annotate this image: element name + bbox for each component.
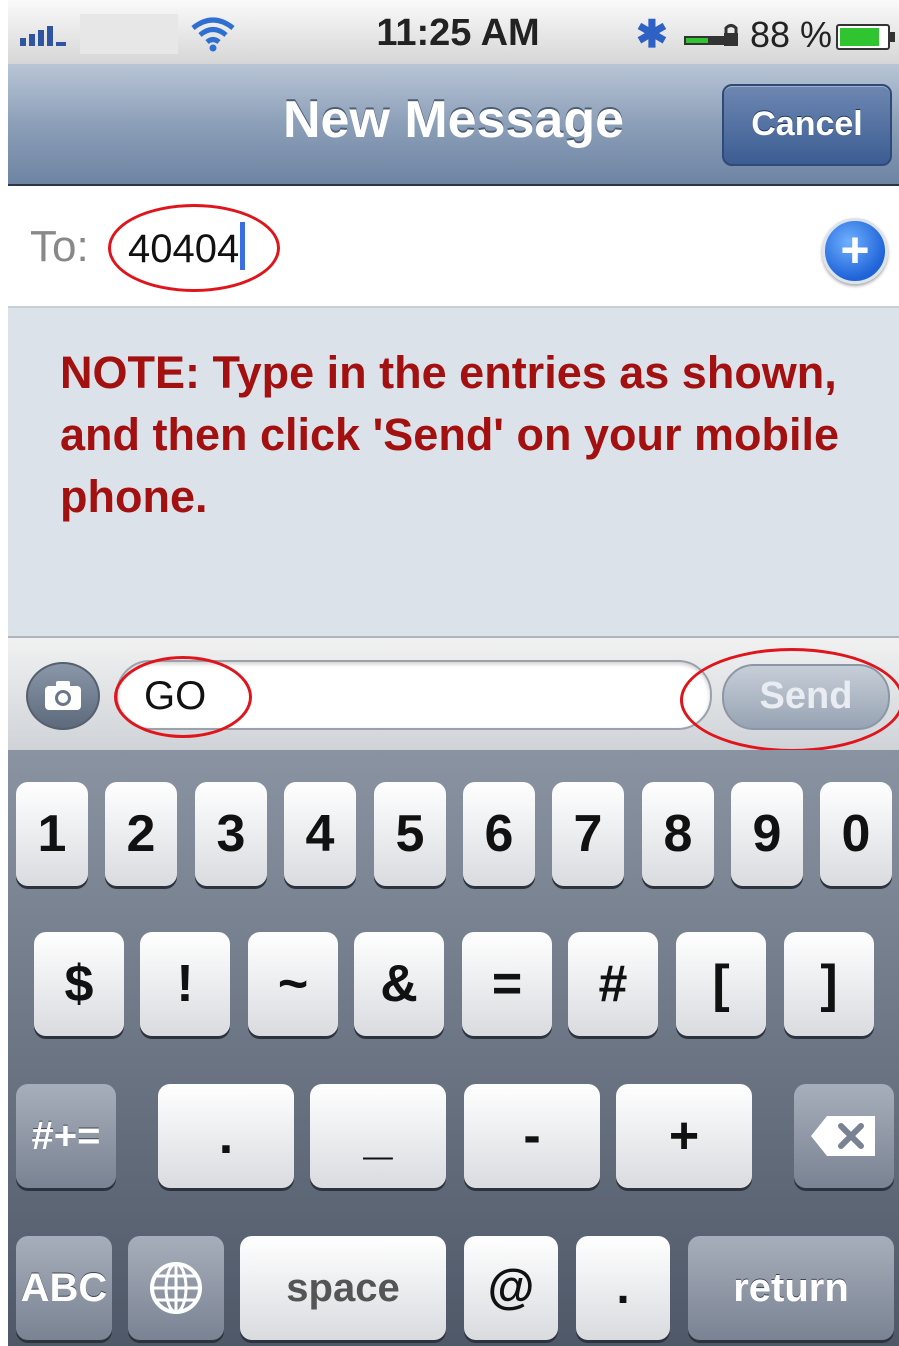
carrier-name-redacted — [80, 14, 178, 54]
recipient-highlight-ellipse — [108, 204, 280, 292]
key-period[interactable]: . — [158, 1084, 294, 1188]
instruction-note: NOTE: Type in the entries as shown, and … — [60, 347, 840, 522]
bluetooth-icon: ✱ — [636, 14, 668, 56]
key-3[interactable]: 3 — [195, 782, 267, 886]
status-bar: 11:25 AM ✱ 88 % — [8, 0, 899, 65]
battery-percent: 88 % — [750, 14, 833, 55]
key-equals[interactable]: = — [462, 932, 552, 1036]
at-key[interactable]: @ — [464, 1236, 558, 1340]
key-ampersand[interactable]: & — [354, 932, 444, 1036]
symbols-toggle-key[interactable]: #+= — [16, 1084, 116, 1188]
lock-icon — [684, 24, 738, 46]
key-tilde[interactable]: ~ — [248, 932, 338, 1036]
space-key[interactable]: space — [240, 1236, 446, 1340]
key-2[interactable]: 2 — [105, 782, 177, 886]
key-8[interactable]: 8 — [642, 782, 714, 886]
globe-icon — [150, 1262, 202, 1314]
backspace-key[interactable] — [794, 1084, 894, 1188]
key-7[interactable]: 7 — [552, 782, 624, 886]
globe-key[interactable] — [128, 1236, 224, 1340]
wifi-icon — [191, 17, 235, 52]
battery-icon — [836, 24, 895, 50]
keyboard: 1 2 3 4 5 6 7 8 9 0 $ ! ~ & = # [ ] #+= … — [8, 750, 899, 1346]
key-plus[interactable]: + — [616, 1084, 752, 1188]
key-underscore[interactable]: _ — [310, 1084, 446, 1188]
key-9[interactable]: 9 — [731, 782, 803, 886]
compose-bar: GO Send — [8, 636, 899, 752]
conversation-area: NOTE: Type in the entries as shown, and … — [8, 308, 899, 636]
status-time: 11:25 AM — [376, 12, 540, 54]
key-6[interactable]: 6 — [463, 782, 535, 886]
abc-key[interactable]: ABC — [16, 1236, 112, 1340]
key-1[interactable]: 1 — [16, 782, 88, 886]
message-highlight-ellipse — [114, 656, 252, 738]
key-exclamation[interactable]: ! — [140, 932, 230, 1036]
dot-key[interactable]: . — [576, 1236, 670, 1340]
signal-icon — [20, 26, 66, 46]
key-hash[interactable]: # — [568, 932, 658, 1036]
key-0[interactable]: 0 — [820, 782, 892, 886]
cancel-button[interactable]: Cancel — [722, 84, 892, 166]
recipient-row[interactable]: To: 40404 + — [8, 186, 899, 308]
camera-button[interactable] — [26, 662, 100, 730]
navigation-bar: New Message Cancel — [8, 64, 899, 186]
battery-fill — [840, 28, 879, 46]
recipient-label: To: — [30, 222, 89, 271]
phone-screen: 11:25 AM ✱ 88 % New Message Cancel To: 4… — [8, 0, 899, 1346]
key-dollar[interactable]: $ — [34, 932, 124, 1036]
key-minus[interactable]: - — [464, 1084, 600, 1188]
key-left-bracket[interactable]: [ — [676, 932, 766, 1036]
return-key[interactable]: return — [688, 1236, 894, 1340]
key-5[interactable]: 5 — [374, 782, 446, 886]
key-4[interactable]: 4 — [284, 782, 356, 886]
backspace-icon — [811, 1116, 875, 1156]
add-contact-icon[interactable]: + — [822, 218, 888, 284]
camera-icon — [45, 681, 81, 710]
send-highlight-ellipse — [680, 648, 899, 752]
key-right-bracket[interactable]: ] — [784, 932, 874, 1036]
